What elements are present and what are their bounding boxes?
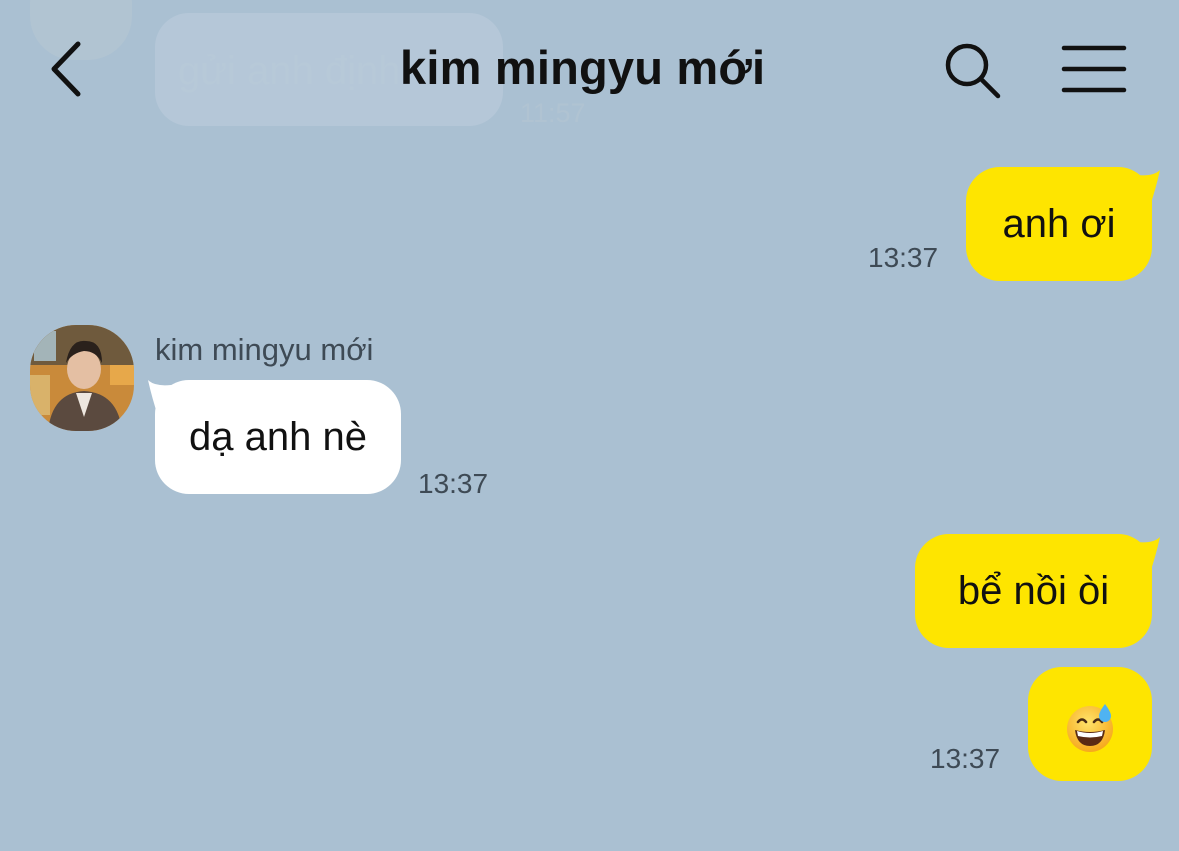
message-text: dạ anh nè	[189, 414, 367, 459]
menu-button[interactable]	[1058, 40, 1130, 100]
grinning-face-with-sweat-icon	[1063, 700, 1117, 754]
chevron-left-icon	[51, 41, 81, 97]
chat-header: kim mingyu mới	[0, 0, 1179, 140]
incoming-message-bubble[interactable]: dạ anh nè	[155, 380, 401, 494]
search-button[interactable]	[938, 36, 1008, 106]
outgoing-message-bubble[interactable]: bể nồi òi	[915, 534, 1152, 648]
message-time: 13:37	[418, 468, 489, 499]
message-text: bể nồi òi	[957, 568, 1110, 613]
back-button[interactable]	[42, 34, 102, 104]
contact-avatar[interactable]	[30, 325, 134, 431]
hamburger-menu-icon	[1061, 45, 1127, 93]
outgoing-message-bubble[interactable]: anh ơi	[966, 167, 1152, 281]
avatar-photo	[30, 325, 134, 431]
message-time: 13:37	[868, 242, 939, 273]
message-text: anh ơi	[1002, 201, 1116, 246]
search-icon	[945, 43, 1001, 99]
message-time: 13:37	[930, 743, 1001, 774]
sender-name: kim mingyu mới	[155, 332, 374, 367]
chat-title: kim mingyu mới	[400, 41, 766, 94]
